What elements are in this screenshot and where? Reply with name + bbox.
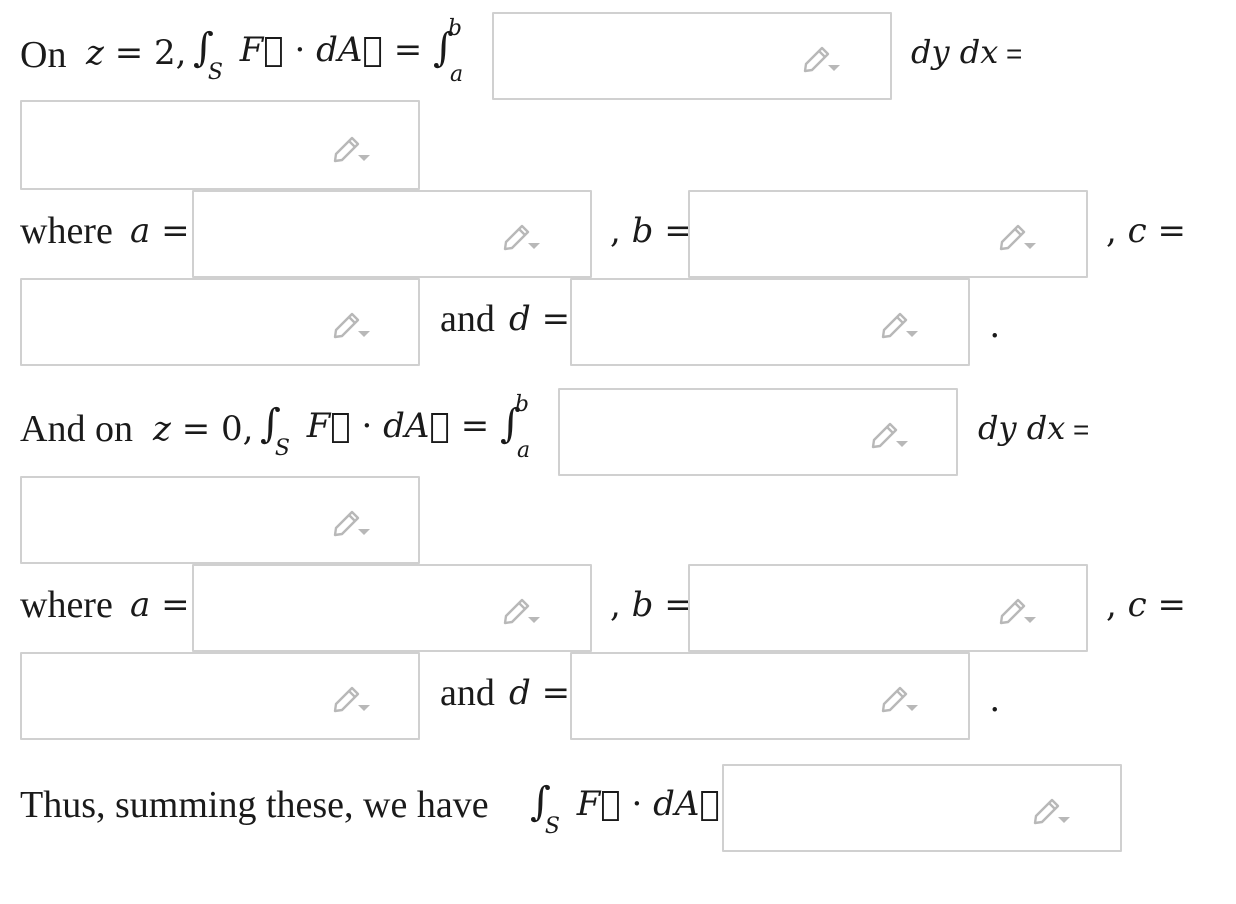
s1-surface-eq: z = 2,	[86, 33, 187, 73]
pencil-dropdown-icon[interactable]	[330, 304, 372, 340]
s1-value-input[interactable]	[20, 100, 420, 190]
s1-period: .	[990, 304, 1000, 346]
s2-intro: And on	[20, 408, 133, 450]
pencil-dropdown-icon[interactable]	[878, 678, 920, 714]
pencil-dropdown-icon[interactable]	[800, 38, 842, 74]
total-flux-input[interactable]	[722, 764, 1122, 852]
s2-b-label: , b =	[610, 585, 693, 625]
s1-a-input[interactable]	[192, 190, 592, 278]
s1-differential: dy dx	[911, 33, 999, 71]
s1-d-label: d =	[509, 299, 571, 339]
s2-b-input[interactable]	[688, 564, 1088, 652]
pencil-dropdown-icon[interactable]	[330, 678, 372, 714]
pencil-dropdown-icon[interactable]	[330, 128, 372, 164]
s1-flux-expression: ∫S F⃗ · dA⃗ = ∫ba ∫dc	[193, 15, 521, 87]
s2-differential: dy dx	[978, 409, 1066, 447]
s1-b-input[interactable]	[688, 190, 1088, 278]
s2-a-input[interactable]	[192, 564, 592, 652]
s2-c-label: , c =	[1106, 585, 1186, 625]
s2-period: .	[990, 678, 1000, 720]
pencil-dropdown-icon[interactable]	[1030, 790, 1072, 826]
s1-d-input[interactable]	[570, 278, 970, 366]
s2-surface-eq: z = 0,	[153, 409, 254, 449]
s1-c-input[interactable]	[20, 278, 420, 366]
s1-and: and	[440, 298, 495, 340]
pencil-dropdown-icon[interactable]	[996, 590, 1038, 626]
s2-d-input[interactable]	[570, 652, 970, 740]
s1-a-label: a =	[130, 211, 190, 251]
pencil-dropdown-icon[interactable]	[878, 304, 920, 340]
s2-integrand-input[interactable]	[558, 388, 958, 476]
s1-b-label: , b =	[610, 211, 693, 251]
s1-equals: =	[1006, 38, 1023, 69]
s2-and: and	[440, 672, 495, 714]
s2-c-input[interactable]	[20, 652, 420, 740]
pencil-dropdown-icon[interactable]	[868, 414, 910, 450]
pencil-dropdown-icon[interactable]	[500, 590, 542, 626]
s2-flux-expression: ∫S F⃗ · dA⃗ = ∫ba ∫dc	[260, 391, 588, 463]
pencil-dropdown-icon[interactable]	[996, 216, 1038, 252]
pencil-dropdown-icon[interactable]	[330, 502, 372, 538]
s1-integrand-input[interactable]	[492, 12, 892, 100]
s2-value-input[interactable]	[20, 476, 420, 564]
s1-c-label: , c =	[1106, 211, 1186, 251]
s2-a-label: a =	[130, 585, 190, 625]
summary-text: Thus, summing these, we have	[20, 784, 489, 826]
pencil-dropdown-icon[interactable]	[500, 216, 542, 252]
s2-d-label: d =	[509, 673, 571, 713]
s2-equals: =	[1073, 414, 1090, 445]
s1-where: where	[20, 210, 113, 252]
s1-intro: On	[20, 34, 67, 76]
s2-where: where	[20, 584, 113, 626]
